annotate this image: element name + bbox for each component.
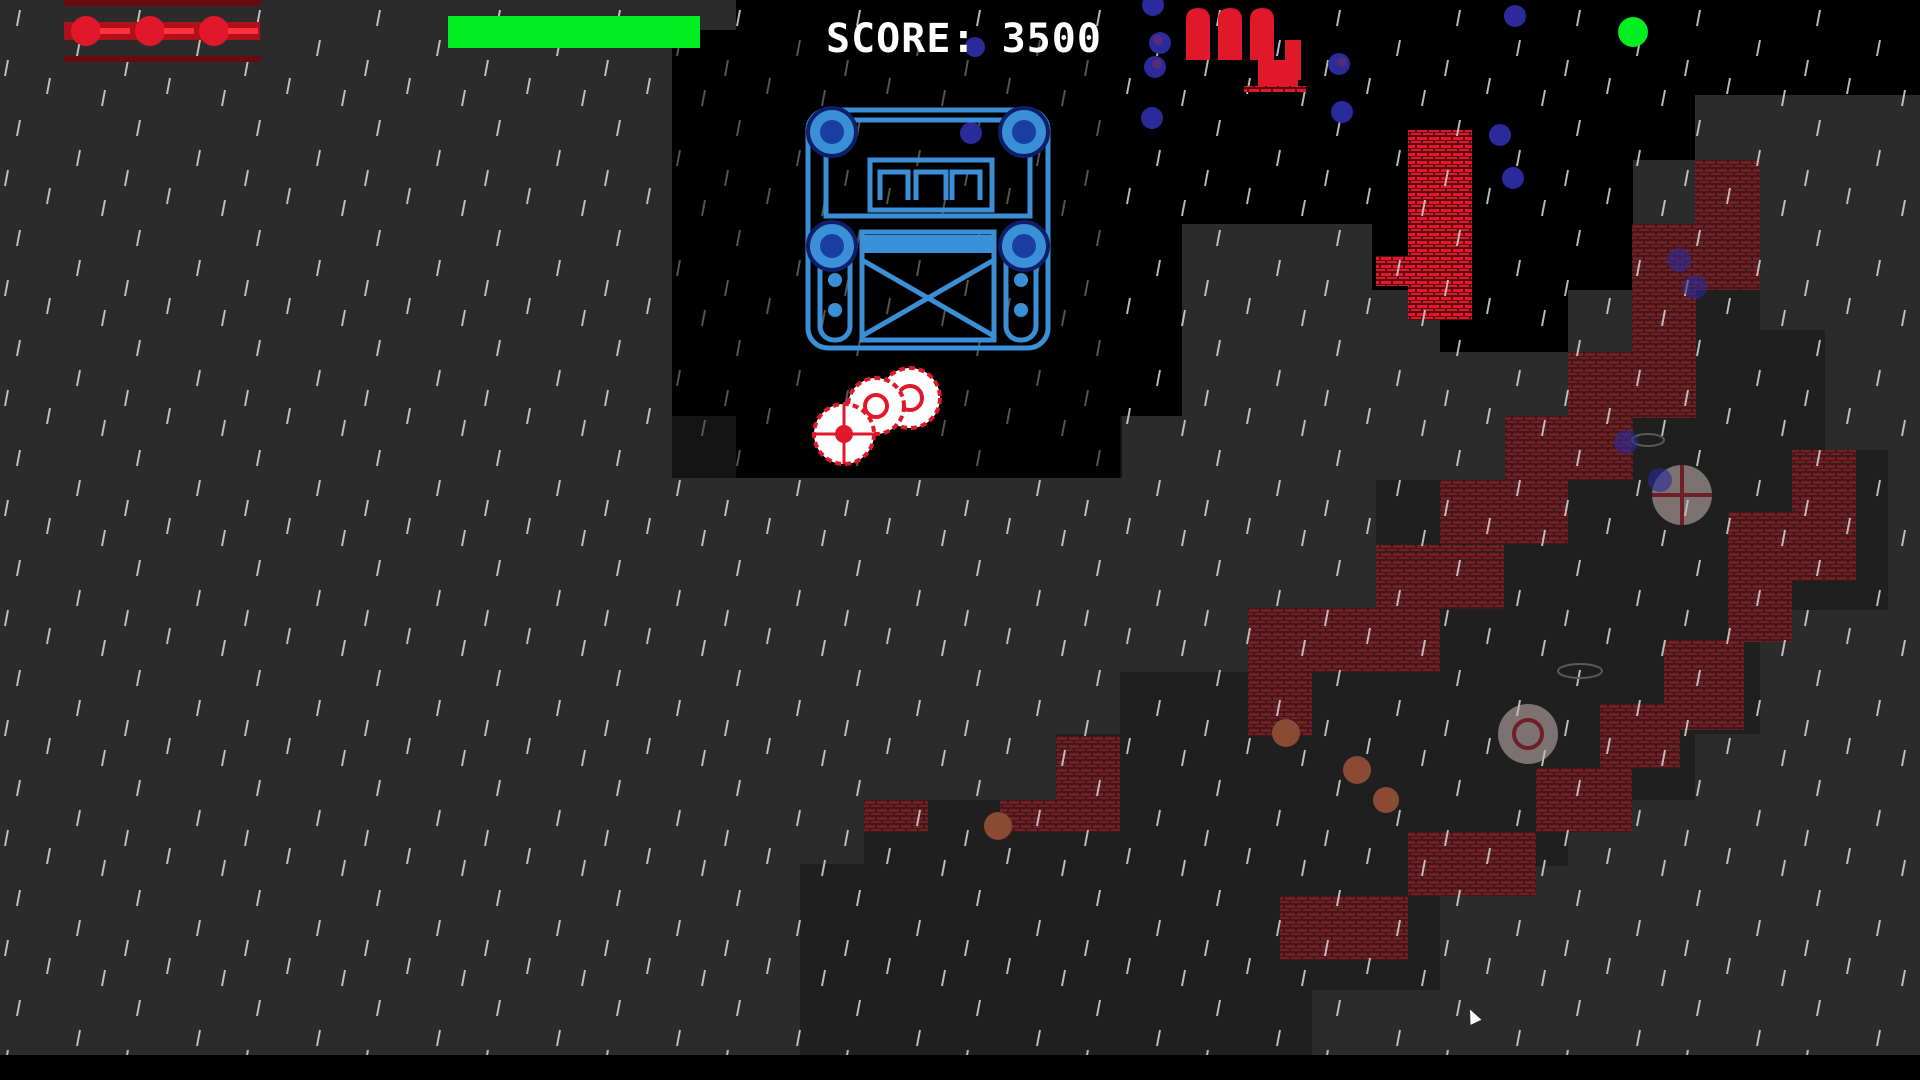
lives-display	[64, 0, 260, 62]
health-bar	[448, 16, 700, 48]
game-viewport[interactable]: SCORE: 3500	[0, 0, 1920, 1080]
red-shell-ammo-icon	[1186, 8, 1274, 60]
ammo-display	[1186, 8, 1274, 60]
red-tank-life-icon	[64, 0, 260, 62]
boss-fortress	[805, 106, 1051, 351]
bottom-border	[0, 1055, 1920, 1080]
player-ship	[812, 366, 942, 466]
score-text: SCORE: 3500	[826, 16, 1102, 62]
status-indicator	[1618, 17, 1648, 47]
health-bar-fill	[448, 16, 700, 48]
